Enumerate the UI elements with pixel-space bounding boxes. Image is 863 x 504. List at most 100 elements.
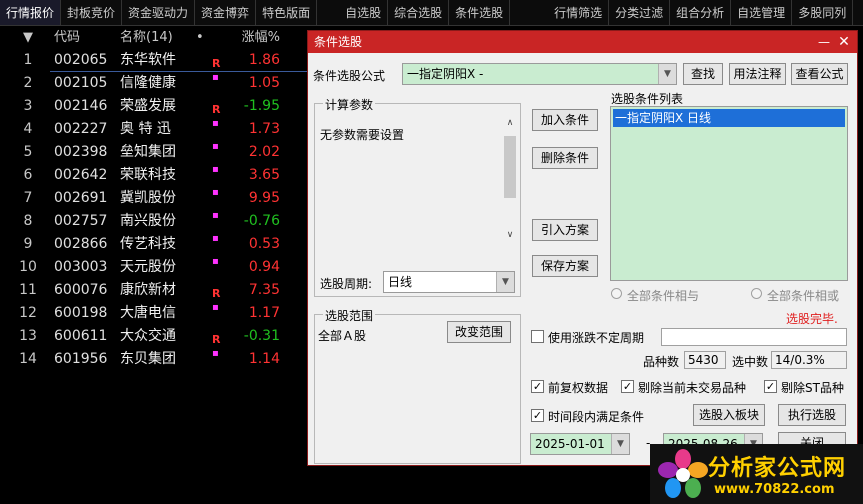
menu-tab[interactable]: 组合分析 — [670, 0, 732, 25]
site-logo: 分析家公式网 www.70822.com — [650, 444, 863, 504]
period-label: 选股周期: — [320, 277, 373, 291]
row-index: 11 — [19, 282, 37, 298]
stock-code: 002146 — [54, 98, 108, 114]
condition-list-item[interactable]: 一指定阴阳X 日线 — [613, 109, 845, 127]
change-pct: -0.76 — [243, 213, 280, 229]
import-scheme-button[interactable]: 引入方案 — [532, 219, 598, 241]
change-pct: 2.02 — [248, 144, 280, 160]
header-code[interactable]: 代码 — [54, 26, 80, 49]
period-input[interactable] — [661, 328, 847, 346]
row-index: 12 — [19, 305, 37, 321]
sort-arrow-icon[interactable]: ▼ — [16, 26, 40, 49]
stock-name: 信隆健康 — [120, 75, 176, 91]
params-scrollbar[interactable]: ∧ ∨ — [503, 118, 517, 244]
row-index: 6 — [23, 167, 33, 183]
flag-dot-icon: ▪ — [212, 164, 219, 175]
st-checkbox[interactable]: ✓ — [764, 380, 777, 393]
date-from-select[interactable]: 2025-01-01 ▼ — [530, 433, 630, 455]
table-row[interactable]: 5 002398 垒知集团 ▪ 2.02 — [0, 141, 300, 164]
params-group: 计算参数 无参数需要设置 ∧ ∨ 选股周期: 日线 ▼ — [314, 96, 521, 297]
params-text: 无参数需要设置 — [320, 128, 405, 142]
stock-code: 600611 — [54, 328, 108, 344]
table-row[interactable]: 6 002642 荣联科技 ▪ 3.65 — [0, 164, 300, 187]
change-range-button[interactable]: 改变范围 — [447, 321, 511, 343]
menu-tab[interactable]: 综合选股 — [388, 0, 450, 25]
table-row[interactable]: 9 002866 传艺科技 ▪ 0.53 — [0, 233, 300, 256]
menu-tab[interactable]: 多股同列 — [792, 0, 854, 25]
table-row[interactable]: 8 002757 南兴股份 ▪ -0.76 — [0, 210, 300, 233]
table-row[interactable]: 14 601956 东贝集团 ▪ 1.14 — [0, 348, 300, 371]
chevron-down-icon[interactable]: ▼ — [611, 434, 629, 454]
view-formula-button[interactable]: 查看公式 — [791, 63, 848, 85]
flag-dot-icon: ▪ — [212, 233, 219, 244]
menu-tab[interactable]: 资金博弈 — [195, 0, 257, 25]
header-name[interactable]: 名称(14) — [120, 26, 173, 49]
logo-text: 分析家公式网 — [708, 456, 847, 481]
row-index: 1 — [23, 52, 33, 68]
dialog-title-bar[interactable]: 条件选股 — ✕ — [308, 31, 857, 53]
chevron-down-icon[interactable]: ▼ — [496, 272, 514, 292]
notrade-checkbox[interactable]: ✓ — [621, 380, 634, 393]
stock-table: ▼ 代码 名称(14) • 涨幅% 1 002065 东华软件 R 1.86 2 00210… — [0, 26, 310, 371]
run-select-button[interactable]: 执行选股 — [778, 404, 846, 426]
menu-tab[interactable]: 封板竞价 — [61, 0, 123, 25]
change-pct: -1.95 — [243, 98, 280, 114]
find-button[interactable]: 查找 — [683, 63, 723, 85]
change-pct: 1.14 — [248, 351, 280, 367]
close-icon[interactable]: ✕ — [837, 31, 851, 53]
minimize-icon[interactable]: — — [817, 31, 831, 53]
selected-label: 选中数 — [732, 355, 769, 369]
params-group-title: 计算参数 — [323, 96, 376, 113]
table-row[interactable]: 11 600076 康欣新材 R 7.35 — [0, 279, 300, 302]
menu-tab[interactable]: 特色版面 — [256, 0, 318, 25]
period-select[interactable]: 日线 ▼ — [383, 271, 515, 293]
scroll-up-icon[interactable]: ∧ — [504, 118, 516, 130]
scroll-down-icon[interactable]: ∨ — [504, 230, 516, 242]
delete-condition-button[interactable]: 删除条件 — [532, 147, 598, 169]
table-row[interactable]: 13 600611 大众交通 R -0.31 — [0, 325, 300, 348]
table-row[interactable]: 2 002105 信隆健康 ▪ 1.05 — [0, 72, 300, 95]
formula-label: 条件选股公式 — [313, 69, 386, 83]
notrade-label: 剔除当前未交易品种 — [638, 381, 747, 395]
range-value: 全部Ａ股 — [318, 329, 367, 343]
usage-notes-button[interactable]: 用法注释 — [729, 63, 786, 85]
radio-and[interactable] — [611, 288, 622, 299]
save-scheme-button[interactable]: 保存方案 — [532, 255, 598, 277]
formula-value: 一指定阴阳X - — [407, 67, 484, 81]
chevron-down-icon[interactable]: ▼ — [658, 64, 676, 84]
date-from-value: 2025-01-01 — [535, 437, 605, 451]
table-row[interactable]: 1 002065 东华软件 R 1.86 — [0, 49, 300, 72]
stock-code: 002398 — [54, 144, 108, 160]
change-pct: 1.73 — [248, 121, 280, 137]
menu-tab[interactable]: 行情报价 — [0, 0, 62, 25]
fq-checkbox[interactable]: ✓ — [531, 380, 544, 393]
row-index: 13 — [19, 328, 37, 344]
status-text: 选股完毕. — [786, 312, 838, 326]
flag-dot-icon: ▪ — [212, 118, 219, 129]
stock-name: 传艺科技 — [120, 236, 176, 252]
table-row[interactable]: 7 002691 冀凯股份 ▪ 9.95 — [0, 187, 300, 210]
table-row[interactable]: 4 002227 奥 特 迅 ▪ 1.73 — [0, 118, 300, 141]
range-group-title: 选股范围 — [323, 307, 376, 324]
stock-name: 奥 特 迅 — [120, 121, 171, 137]
change-pct: 0.94 — [248, 259, 280, 275]
time-checkbox[interactable]: ✓ — [531, 409, 544, 422]
menu-tab[interactable]: 自选股 — [317, 0, 389, 25]
menu-tab[interactable]: 资金驱动力 — [122, 0, 196, 25]
formula-select[interactable]: 一指定阴阳X - ▼ — [402, 63, 677, 85]
row-index: 5 — [23, 144, 33, 160]
radio-or[interactable] — [751, 288, 762, 299]
scroll-thumb[interactable] — [504, 136, 516, 198]
table-row[interactable]: 3 002146 荣盛发展 R -1.95 — [0, 95, 300, 118]
menu-tab[interactable]: 分类过滤 — [609, 0, 671, 25]
condition-list[interactable]: 一指定阴阳X 日线 — [610, 106, 848, 281]
menu-tab[interactable]: 条件选股 — [449, 0, 511, 25]
menu-tab[interactable]: 行情筛选 — [510, 0, 610, 25]
table-row[interactable]: 12 600198 大唐电信 ▪ 1.17 — [0, 302, 300, 325]
add-condition-button[interactable]: 加入条件 — [532, 109, 598, 131]
header-change-pct[interactable]: 涨幅% — [234, 26, 280, 49]
menu-tab[interactable]: 自选管理 — [731, 0, 793, 25]
table-row[interactable]: 10 003003 天元股份 ▪ 0.94 — [0, 256, 300, 279]
use-period-checkbox[interactable] — [531, 330, 544, 343]
add-to-block-button[interactable]: 选股入板块 — [693, 404, 765, 426]
